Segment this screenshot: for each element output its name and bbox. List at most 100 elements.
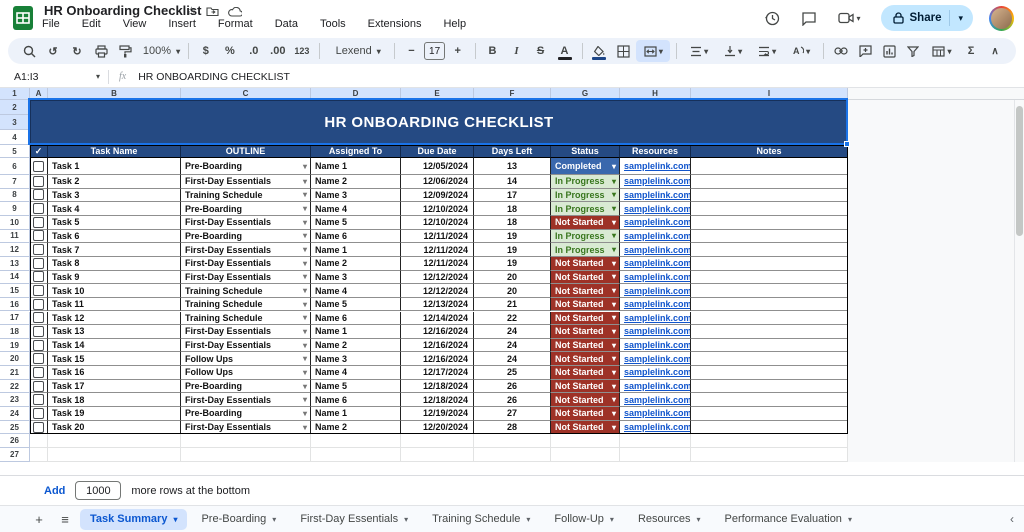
resource-link-cell[interactable]: samplelink.com — [620, 284, 691, 298]
all-sheets-icon[interactable]: ≡ — [54, 508, 76, 530]
empty-cell[interactable] — [691, 448, 848, 462]
task-checkbox-cell[interactable] — [30, 243, 48, 257]
row-header-25[interactable]: 25 — [0, 420, 30, 435]
status-dropdown-cell[interactable]: Not Started ▾ — [551, 407, 620, 421]
resource-link-cell[interactable]: samplelink.com — [620, 420, 691, 435]
sheet-tab-caret-icon[interactable]: ▾ — [610, 515, 614, 524]
functions-button[interactable]: Σ — [960, 40, 982, 62]
task-name-cell[interactable]: Task 19 — [48, 407, 181, 421]
outline-dropdown-cell[interactable]: First-Day Essentials ▾ — [181, 243, 311, 257]
task-checkbox-cell[interactable] — [30, 352, 48, 367]
notes-cell[interactable] — [691, 188, 848, 203]
resource-link[interactable]: samplelink.com — [624, 190, 690, 200]
notes-cell[interactable] — [691, 297, 848, 312]
dropdown-caret-icon[interactable]: ▾ — [612, 190, 616, 199]
status-dropdown-cell[interactable]: Not Started ▾ — [551, 366, 620, 380]
due-date-cell[interactable]: 12/18/2024 — [401, 393, 474, 408]
row-header-20[interactable]: 20 — [0, 352, 30, 367]
task-checkbox-cell[interactable] — [30, 407, 48, 421]
status-dropdown-cell[interactable]: In Progress ▾ — [551, 229, 620, 244]
row-header-5[interactable]: 5 — [0, 145, 30, 158]
dropdown-caret-icon[interactable]: ▾ — [612, 286, 616, 295]
task-name-cell[interactable]: Task 20 — [48, 420, 181, 435]
notes-cell[interactable] — [691, 229, 848, 244]
column-header-i[interactable]: I — [691, 88, 848, 100]
task-name-cell[interactable]: Task 7 — [48, 243, 181, 257]
row-header-3[interactable]: 3 — [0, 115, 30, 130]
resource-link-cell[interactable]: samplelink.com — [620, 311, 691, 326]
dropdown-caret-icon[interactable]: ▾ — [612, 327, 616, 336]
status-dropdown-cell[interactable]: Completed ▾ — [551, 158, 620, 175]
dropdown-caret-icon[interactable]: ▾ — [303, 395, 307, 404]
assigned-to-cell[interactable]: Name 4 — [311, 202, 401, 216]
sheet-tab-caret-icon[interactable]: ▾ — [173, 515, 177, 524]
outline-dropdown-cell[interactable]: First-Day Essentials ▾ — [181, 420, 311, 435]
resource-link-cell[interactable]: samplelink.com — [620, 229, 691, 244]
notes-cell[interactable] — [691, 407, 848, 421]
task-name-cell[interactable]: Task 2 — [48, 175, 181, 189]
add-rows-button[interactable]: Add — [44, 485, 65, 497]
resource-link[interactable]: samplelink.com — [624, 326, 690, 336]
sheet-tab-caret-icon[interactable]: ▾ — [272, 515, 276, 524]
dropdown-caret-icon[interactable]: ▾ — [303, 409, 307, 418]
title-banner-cell[interactable]: HR ONBOARDING CHECKLIST — [30, 100, 848, 145]
dropdown-caret-icon[interactable]: ▾ — [303, 245, 307, 254]
account-avatar[interactable] — [989, 5, 1014, 31]
assigned-to-cell[interactable]: Name 5 — [311, 379, 401, 394]
notes-cell[interactable] — [691, 175, 848, 189]
comments-icon[interactable] — [799, 8, 819, 28]
vertical-scrollbar-thumb[interactable] — [1015, 106, 1023, 236]
zoom-select[interactable]: 100% ▾ — [138, 40, 182, 62]
notes-cell[interactable] — [691, 284, 848, 298]
assigned-to-cell[interactable]: Name 5 — [311, 215, 401, 230]
status-dropdown-cell[interactable]: In Progress ▾ — [551, 202, 620, 216]
more-formats-button[interactable]: 123 — [291, 40, 313, 62]
checkbox[interactable] — [33, 366, 44, 378]
days-left-cell[interactable]: 26 — [474, 379, 551, 394]
task-name-cell[interactable]: Task 1 — [48, 158, 181, 175]
days-left-cell[interactable]: 14 — [474, 175, 551, 189]
due-date-cell[interactable]: 12/16/2024 — [401, 325, 474, 339]
resource-link-cell[interactable]: samplelink.com — [620, 379, 691, 394]
column-header-c[interactable]: C — [181, 88, 311, 100]
sheet-tab-caret-icon[interactable]: ▾ — [526, 515, 530, 524]
checkbox[interactable] — [33, 394, 44, 406]
dropdown-caret-icon[interactable]: ▾ — [303, 190, 307, 199]
status-dropdown-cell[interactable]: Not Started ▾ — [551, 338, 620, 353]
notes-cell[interactable] — [691, 215, 848, 230]
dropdown-caret-icon[interactable]: ▾ — [303, 300, 307, 309]
dropdown-caret-icon[interactable]: ▾ — [303, 313, 307, 322]
task-name-cell[interactable]: Task 11 — [48, 297, 181, 312]
days-left-cell[interactable]: 22 — [474, 311, 551, 326]
status-dropdown-cell[interactable]: Not Started ▾ — [551, 352, 620, 367]
row-header-8[interactable]: 8 — [0, 188, 30, 203]
column-header-h[interactable]: H — [620, 88, 691, 100]
bold-button[interactable]: B — [482, 40, 504, 62]
fill-color-button[interactable] — [588, 40, 610, 62]
status-dropdown-cell[interactable]: Not Started ▾ — [551, 256, 620, 271]
outline-dropdown-cell[interactable]: First-Day Essentials ▾ — [181, 338, 311, 353]
resource-link-cell[interactable]: samplelink.com — [620, 393, 691, 408]
sheet-tab-pre-boarding[interactable]: Pre-Boarding ▾ — [191, 509, 286, 530]
days-left-cell[interactable]: 19 — [474, 229, 551, 244]
task-checkbox-cell[interactable] — [30, 229, 48, 244]
empty-cell[interactable] — [30, 434, 48, 448]
days-left-cell[interactable]: 24 — [474, 352, 551, 367]
row-header-18[interactable]: 18 — [0, 325, 30, 339]
format-currency-button[interactable]: $ — [195, 40, 217, 62]
task-checkbox-cell[interactable] — [30, 393, 48, 408]
outline-dropdown-cell[interactable]: First-Day Essentials ▾ — [181, 325, 311, 339]
dropdown-caret-icon[interactable]: ▾ — [303, 327, 307, 336]
outline-dropdown-cell[interactable]: Pre-Boarding ▾ — [181, 379, 311, 394]
days-left-cell[interactable]: 24 — [474, 325, 551, 339]
resource-link-cell[interactable]: samplelink.com — [620, 407, 691, 421]
outline-dropdown-cell[interactable]: First-Day Essentials ▾ — [181, 393, 311, 408]
empty-cell[interactable] — [401, 448, 474, 462]
assigned-to-cell[interactable]: Name 5 — [311, 297, 401, 312]
task-name-cell[interactable]: Task 3 — [48, 188, 181, 203]
resource-link[interactable]: samplelink.com — [624, 245, 690, 255]
assigned-to-cell[interactable]: Name 2 — [311, 338, 401, 353]
dropdown-caret-icon[interactable]: ▾ — [303, 231, 307, 240]
days-left-cell[interactable]: 20 — [474, 270, 551, 285]
resource-link[interactable]: samplelink.com — [624, 422, 690, 432]
